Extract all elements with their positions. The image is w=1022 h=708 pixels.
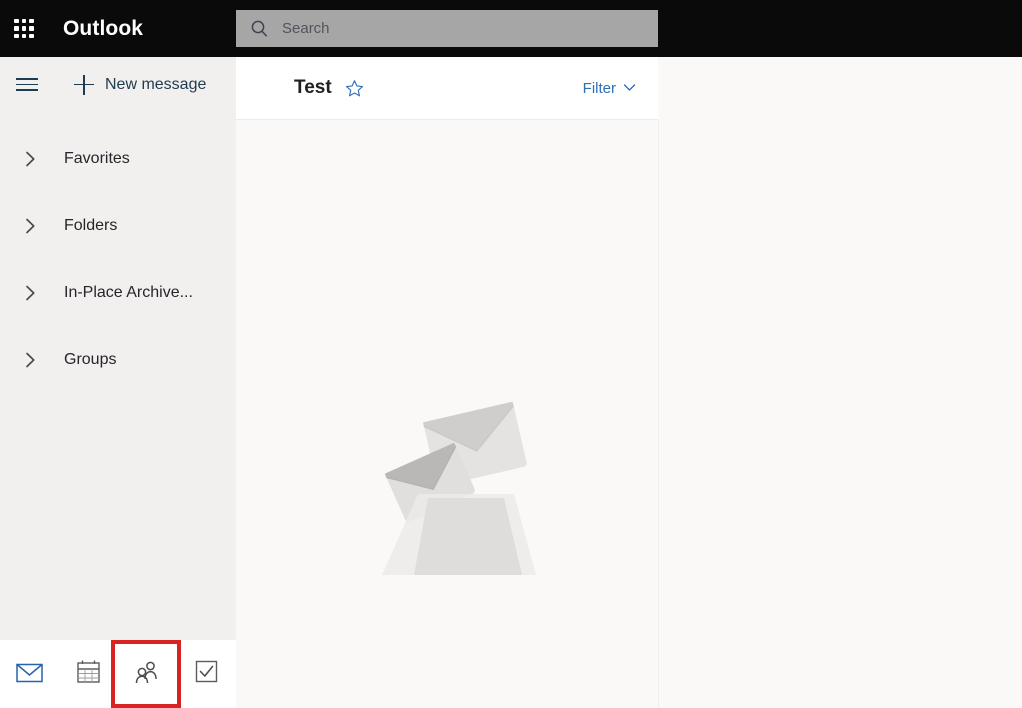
sidebar-item-in-place-archive[interactable]: In-Place Archive... bbox=[0, 259, 236, 326]
search-icon bbox=[236, 19, 282, 38]
filter-label: Filter bbox=[583, 80, 616, 97]
message-list-header: Test Filter bbox=[236, 57, 658, 120]
chevron-down-icon bbox=[623, 79, 636, 97]
filter-button[interactable]: Filter bbox=[583, 79, 636, 97]
sidebar-item-favorites[interactable]: Favorites bbox=[0, 125, 236, 192]
hamburger-menu-icon[interactable] bbox=[16, 72, 42, 98]
bottom-nav-calendar[interactable] bbox=[59, 640, 118, 708]
outlook-web-app: Outlook Search New message bbox=[0, 0, 1022, 708]
new-message-label: New message bbox=[105, 76, 206, 94]
message-list-body bbox=[236, 120, 658, 708]
chevron-right-icon bbox=[19, 148, 41, 170]
app-launcher-button[interactable] bbox=[0, 0, 48, 57]
bottom-nav-tasks[interactable] bbox=[177, 640, 236, 708]
new-message-button[interactable]: New message bbox=[74, 75, 206, 95]
sidebar-item-label: Favorites bbox=[64, 150, 130, 168]
chevron-right-icon bbox=[19, 215, 41, 237]
sidebar-item-folders[interactable]: Folders bbox=[0, 192, 236, 259]
waffle-grid-icon bbox=[14, 19, 34, 39]
chevron-right-icon bbox=[19, 282, 41, 304]
chevron-right-icon bbox=[19, 349, 41, 371]
envelopes-illustration bbox=[352, 390, 542, 585]
app-brand-title: Outlook bbox=[63, 17, 143, 41]
page-title: Test bbox=[294, 77, 332, 99]
sidebar-nav-list: Favorites Folders In-Place Archive... bbox=[0, 125, 236, 393]
people-icon bbox=[134, 660, 161, 689]
calendar-icon bbox=[76, 659, 101, 689]
search-bar[interactable]: Search bbox=[236, 10, 658, 47]
sidebar-item-label: Folders bbox=[64, 217, 117, 235]
star-outline-icon[interactable] bbox=[345, 79, 364, 98]
bottom-nav-mail[interactable] bbox=[0, 640, 59, 708]
message-list-pane: Test Filter bbox=[236, 57, 658, 708]
bottom-nav-people[interactable] bbox=[118, 640, 177, 708]
bottom-nav-bar bbox=[0, 640, 236, 708]
sidebar: New message Favorites Folders bbox=[0, 57, 236, 640]
sidebar-item-label: In-Place Archive... bbox=[64, 284, 193, 302]
mail-icon bbox=[16, 661, 43, 688]
top-bar: Outlook Search bbox=[0, 0, 1022, 57]
plus-icon bbox=[74, 75, 94, 95]
tasks-checkbox-icon bbox=[195, 660, 218, 688]
reading-pane bbox=[659, 57, 1022, 708]
compose-row: New message bbox=[0, 57, 236, 112]
search-input[interactable]: Search bbox=[282, 20, 330, 37]
sidebar-item-groups[interactable]: Groups bbox=[0, 326, 236, 393]
sidebar-item-label: Groups bbox=[64, 351, 116, 369]
